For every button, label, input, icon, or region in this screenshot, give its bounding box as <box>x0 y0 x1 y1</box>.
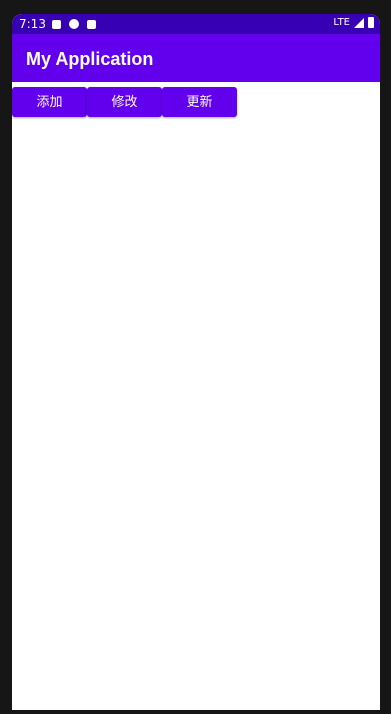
a-icon <box>52 19 61 29</box>
add-button[interactable]: 添加 <box>12 87 87 117</box>
device-frame: 7:13 LTE My Application 添加 修改 更新 <box>0 0 391 714</box>
sd-card-icon <box>87 19 96 29</box>
battery-icon <box>368 17 374 28</box>
location-icon <box>69 19 79 29</box>
main-content: 添加 修改 更新 <box>12 82 380 710</box>
modify-button[interactable]: 修改 <box>87 87 162 117</box>
button-row: 添加 修改 更新 <box>12 87 237 117</box>
app-title: My Application <box>26 49 154 69</box>
status-bar: 7:13 LTE <box>12 14 380 34</box>
app-bar: My Application <box>12 34 380 82</box>
status-system-icons: LTE <box>333 17 374 28</box>
phone-screen: 7:13 LTE My Application 添加 修改 更新 <box>12 14 380 710</box>
network-type-label: LTE <box>333 17 350 28</box>
signal-icon <box>354 17 364 28</box>
status-time: 7:13 <box>19 17 46 31</box>
status-notification-icons <box>52 19 96 29</box>
update-button[interactable]: 更新 <box>162 87 237 117</box>
